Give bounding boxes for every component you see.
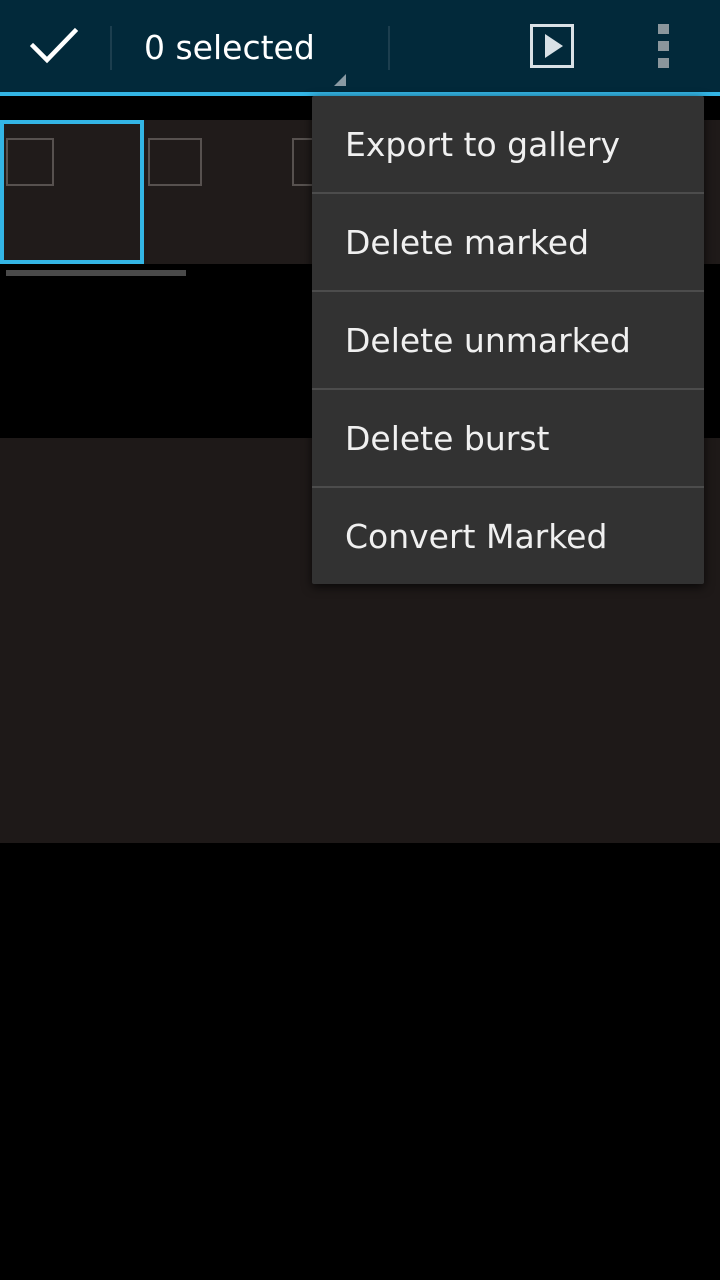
overflow-menu-button[interactable]	[632, 0, 696, 92]
contextual-action-bar: 0 selected	[0, 0, 720, 92]
action-bar-divider	[388, 26, 390, 70]
mark-checkbox[interactable]	[6, 138, 54, 186]
thumbnail-1[interactable]	[0, 120, 144, 264]
play-icon	[530, 24, 574, 68]
menu-item-delete-burst[interactable]: Delete burst	[312, 390, 704, 488]
menu-item-delete-unmarked[interactable]: Delete unmarked	[312, 292, 704, 390]
burst-review-screen: 0 selected Export to gallery Delete mark…	[0, 0, 720, 1280]
selection-count: 0 selected	[144, 28, 315, 67]
menu-item-label: Delete marked	[345, 222, 590, 262]
menu-item-convert-marked[interactable]: Convert Marked	[312, 488, 704, 584]
menu-item-label: Convert Marked	[345, 516, 608, 556]
play-button[interactable]	[520, 0, 584, 92]
mark-checkbox[interactable]	[148, 138, 202, 186]
check-icon	[30, 27, 78, 64]
menu-item-delete-marked[interactable]: Delete marked	[312, 194, 704, 292]
menu-item-label: Delete burst	[345, 418, 550, 458]
more-vert-icon	[658, 24, 669, 68]
menu-item-label: Delete unmarked	[345, 320, 631, 360]
spinner-indicator-icon	[334, 74, 346, 86]
strip-scroll-indicator	[6, 270, 186, 276]
menu-item-label: Export to gallery	[345, 124, 621, 164]
done-button[interactable]	[0, 0, 108, 92]
menu-item-export-to-gallery[interactable]: Export to gallery	[312, 96, 704, 194]
thumbnail-2[interactable]	[148, 120, 292, 264]
selection-spinner[interactable]: 0 selected	[112, 0, 388, 92]
overflow-popup-menu: Export to gallery Delete marked Delete u…	[312, 96, 704, 584]
